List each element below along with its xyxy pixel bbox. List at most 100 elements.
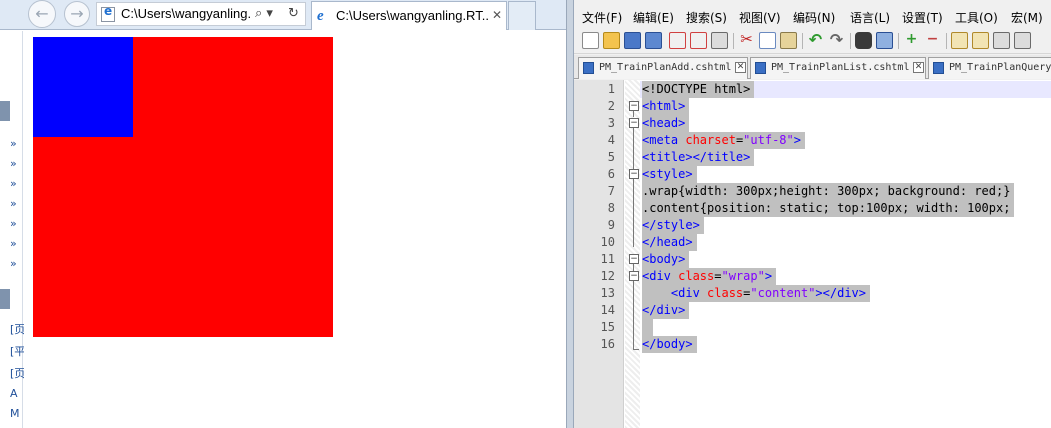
close-all-icon[interactable] [690, 32, 707, 49]
replace-icon[interactable] [876, 32, 893, 49]
code-token: > [793, 133, 801, 147]
find-icon[interactable] [855, 32, 872, 49]
line-number: 11 [600, 252, 615, 266]
refresh-icon[interactable]: ↻ [288, 6, 299, 21]
fold-toggle-icon[interactable]: − [629, 169, 639, 179]
toolbar-separator [802, 33, 803, 49]
code-line: <!DOCTYPE html> [642, 81, 755, 98]
search-dropdown-icon[interactable]: ⌕ ▾ [255, 6, 273, 21]
menu-bar: 文件(F) 编辑(E) 搜索(S) 视图(V) 编码(N) 语言(L) 设置(T… [574, 6, 1051, 28]
window-divider[interactable] [566, 0, 574, 428]
line-number: 8 [607, 201, 615, 215]
favorites-link[interactable]: [页 [10, 365, 25, 381]
code-token: "wrap" [721, 269, 765, 283]
favorites-link[interactable]: » [10, 177, 17, 190]
menu-macro[interactable]: 宏(M) [1011, 9, 1043, 26]
code-token: </style> [642, 218, 700, 232]
zoom-in-icon[interactable]: + [903, 32, 920, 49]
copy-icon[interactable] [759, 32, 776, 49]
code-token: > [764, 269, 773, 283]
zoom-out-icon[interactable]: − [924, 32, 941, 49]
favorites-strip: » » » » » » » [页 [平 [页 A M [0, 31, 25, 428]
code-line: </head> [642, 234, 697, 251]
page-viewport [24, 31, 566, 428]
toolbar-separator [946, 33, 947, 49]
address-bar[interactable]: C:\Users\wangyanling. ⌕ ▾ ↻ [96, 2, 306, 26]
menu-search[interactable]: 搜索(S) [686, 9, 727, 26]
code-line: <html> [642, 98, 690, 115]
new-file-icon[interactable] [582, 32, 599, 49]
forward-button[interactable]: → [64, 1, 90, 27]
line-number: 5 [607, 150, 615, 164]
file-tab[interactable]: PM_TrainPlanAdd.cshtml ✕ [578, 57, 748, 79]
favorites-link[interactable]: A [10, 387, 18, 400]
code-token: </div> [642, 303, 686, 317]
favorites-link[interactable]: » [10, 197, 17, 210]
save-icon[interactable] [624, 32, 641, 49]
favorites-link[interactable]: [页 [10, 321, 25, 337]
word-wrap-icon[interactable] [972, 32, 989, 49]
strip-marker [0, 101, 10, 121]
fold-line [633, 178, 634, 230]
paste-icon[interactable] [780, 32, 797, 49]
code-line: <body> [642, 251, 690, 268]
code-token: </head> [642, 235, 693, 249]
favorites-link[interactable]: » [10, 257, 17, 270]
menu-file[interactable]: 文件(F) [582, 9, 622, 26]
favorites-link[interactable]: M [10, 407, 20, 420]
redo-icon[interactable]: ↷ [828, 32, 845, 49]
tab-close-icon[interactable]: ✕ [913, 62, 924, 73]
line-number: 13 [600, 286, 615, 300]
open-file-icon[interactable] [603, 32, 620, 49]
favorites-link[interactable]: » [10, 137, 17, 150]
favorites-link[interactable]: » [10, 157, 17, 170]
cut-icon[interactable]: ✂ [738, 32, 755, 49]
fold-toggle-icon[interactable]: − [629, 101, 639, 111]
ie-icon: e [317, 8, 324, 24]
print-icon[interactable] [711, 32, 728, 49]
file-tab[interactable]: PM_TrainPlanQuery [928, 57, 1051, 79]
back-button[interactable]: ← [28, 0, 56, 28]
code-token: <body> [642, 252, 686, 266]
close-file-icon[interactable] [669, 32, 686, 49]
code-line: <title></title> [642, 149, 755, 166]
code-line: <style> [642, 166, 697, 183]
code-token: <!DOCTYPE html> [642, 82, 751, 96]
fold-toggle-icon[interactable]: − [629, 254, 639, 264]
tab-close-icon[interactable]: ✕ [492, 8, 502, 22]
save-all-icon[interactable] [645, 32, 662, 49]
line-number-gutter: 1 2 3 4 5 6 7 8 9 10 11 12 13 14 15 16 [574, 80, 624, 428]
line-number: 12 [600, 269, 615, 283]
menu-settings[interactable]: 设置(T) [902, 9, 943, 26]
code-editor[interactable]: 1 2 3 4 5 6 7 8 9 10 11 12 13 14 15 16 −… [574, 80, 1051, 428]
code-token: </body> [642, 337, 693, 351]
toolbar-separator [733, 33, 734, 49]
file-icon [933, 62, 944, 74]
menu-tools[interactable]: 工具(O) [955, 9, 998, 26]
new-tab-button[interactable] [508, 1, 536, 30]
line-number: 14 [600, 303, 615, 317]
menu-language[interactable]: 语言(L) [850, 9, 890, 26]
menu-view[interactable]: 视图(V) [739, 9, 781, 26]
favorites-link[interactable]: » [10, 237, 17, 250]
code-line: </div> [642, 302, 690, 319]
favorites-link[interactable]: » [10, 217, 17, 230]
tab-close-icon[interactable]: ✕ [735, 62, 746, 73]
menu-encoding[interactable]: 编码(N) [793, 9, 835, 26]
address-text: C:\Users\wangyanling. [121, 6, 251, 21]
line-number: 9 [607, 218, 615, 232]
browser-tab[interactable]: e C:\Users\wangyanling.RT... ✕ [311, 1, 507, 30]
code-line: <div class="wrap"> [642, 268, 777, 285]
code-token: <meta [642, 133, 686, 147]
fold-toggle-icon[interactable]: − [629, 118, 639, 128]
favorites-link[interactable]: [平 [10, 343, 25, 359]
file-tab[interactable]: PM_TrainPlanList.cshtml ✕ [750, 57, 926, 79]
menu-edit[interactable]: 编辑(E) [633, 9, 674, 26]
show-all-chars-icon[interactable] [993, 32, 1010, 49]
sync-scroll-icon[interactable] [951, 32, 968, 49]
fold-toggle-icon[interactable]: − [629, 271, 639, 281]
undo-icon[interactable]: ↶ [807, 32, 824, 49]
code-token: .wrap{width: 300px;height: 300px; backgr… [642, 184, 1011, 198]
indent-guide-icon[interactable] [1014, 32, 1031, 49]
